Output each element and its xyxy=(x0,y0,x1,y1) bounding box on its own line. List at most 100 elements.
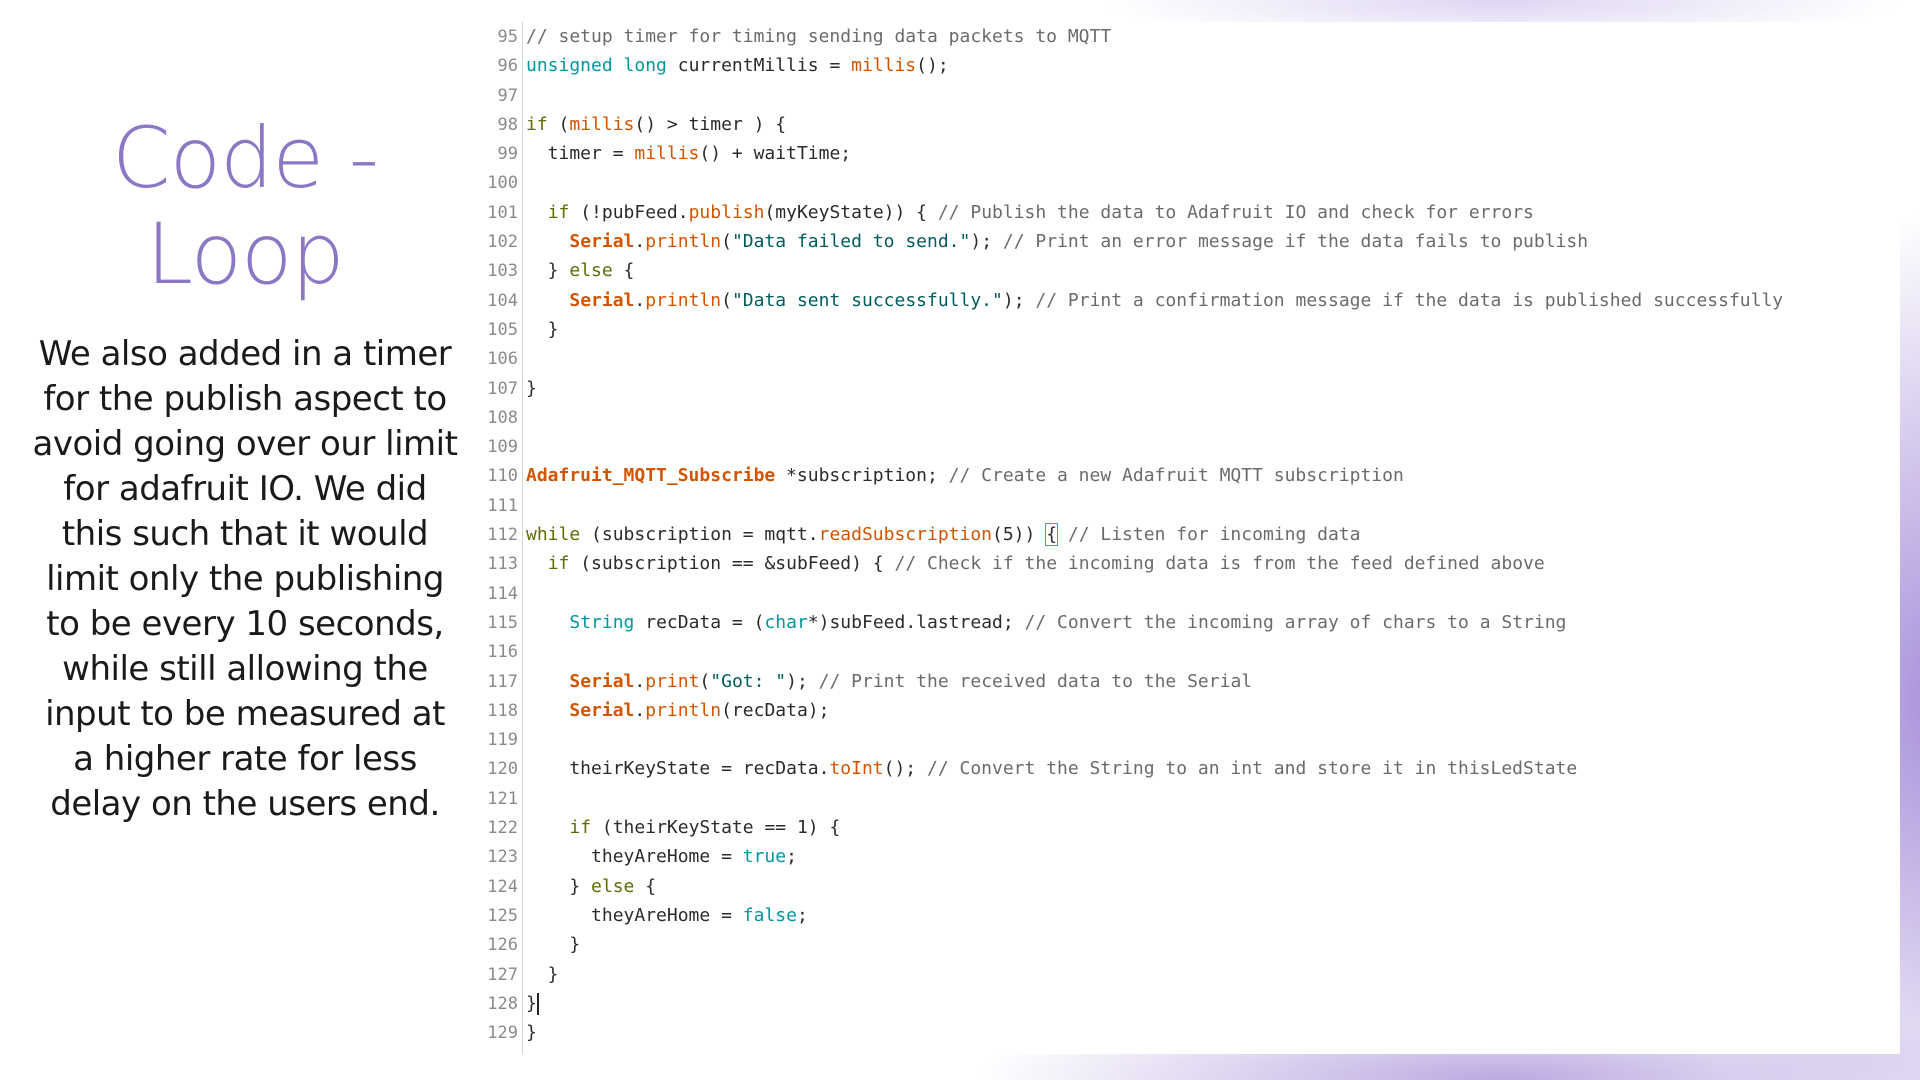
code-token: String xyxy=(569,611,635,633)
code-line: 123 theyAreHome = true; xyxy=(482,842,1783,871)
code-token: } xyxy=(526,875,592,897)
code-line: 111 xyxy=(482,491,1783,520)
line-number: 115 xyxy=(487,612,518,633)
code-text: if (subscription == &subFeed) { // Check… xyxy=(526,553,1545,574)
code-token: // Print the received data to the Serial xyxy=(818,670,1253,692)
code-token: . xyxy=(634,231,646,253)
line-number: 114 xyxy=(487,583,518,604)
code-line: 101 if (!pubFeed.publish(myKeyState)) { … xyxy=(482,198,1783,227)
code-token: } xyxy=(526,1022,537,1044)
code-line: 127 } xyxy=(482,960,1783,989)
code-token: theyAreHome = xyxy=(526,904,743,926)
code-token: if xyxy=(547,201,570,223)
code-line: 99 timer = millis() + waitTime; xyxy=(482,139,1783,168)
code-token: () + waitTime; xyxy=(699,143,852,165)
line-number: 107 xyxy=(487,378,518,399)
code-token: "Got: " xyxy=(710,670,787,692)
code-token: ( xyxy=(547,113,570,135)
code-text: } xyxy=(526,934,580,955)
code-token: "Data failed to send." xyxy=(731,231,971,253)
code-token: println xyxy=(645,231,722,253)
code-token: } xyxy=(526,377,537,399)
code-token: *subscription; xyxy=(775,465,949,487)
code-token: char xyxy=(764,611,808,633)
code-token: // Convert the incoming array of chars t… xyxy=(1024,611,1567,633)
code-token: (5)) xyxy=(992,524,1047,546)
code-token: // Publish the data to Adafruit IO and c… xyxy=(937,201,1534,223)
code-text: timer = millis() + waitTime; xyxy=(526,143,851,164)
code-line: 96 unsigned long currentMillis = millis()… xyxy=(482,51,1783,80)
code-token: println xyxy=(645,699,722,721)
line-number: 101 xyxy=(487,202,518,223)
code-token: } xyxy=(526,934,581,956)
slide-title-line-2: Loop xyxy=(146,205,344,303)
code-line: 119 xyxy=(482,725,1783,754)
code-token: . xyxy=(634,670,646,692)
code-token: print xyxy=(645,670,700,692)
line-number: 113 xyxy=(487,554,518,575)
code-token: } xyxy=(526,992,537,1014)
code-line: 112 while (subscription = mqtt.readSubscr… xyxy=(482,520,1783,549)
code-token: // Create a new Adafruit MQTT subscripti… xyxy=(948,465,1404,487)
code-line: 100 xyxy=(482,168,1783,197)
code-text: if (millis() > timer ) { xyxy=(526,114,786,135)
code-text: theirKeyState = recData.toInt(); // Conv… xyxy=(526,758,1577,779)
code-token: (subscription == &subFeed) { xyxy=(569,553,895,575)
code-token: theyAreHome = xyxy=(526,846,743,868)
code-token: readSubscription xyxy=(818,524,992,546)
code-token: millis xyxy=(569,113,635,135)
code-token: Serial xyxy=(569,670,635,692)
line-number: 127 xyxy=(487,964,518,985)
line-number: 128 xyxy=(487,993,518,1014)
code-token: { xyxy=(1045,523,1059,547)
code-line: 102 Serial.println("Data failed to send.… xyxy=(482,227,1783,256)
line-number: 123 xyxy=(487,847,518,868)
line-number: 125 xyxy=(487,905,518,926)
code-token: (); xyxy=(883,758,927,780)
line-number: 118 xyxy=(487,700,518,721)
code-line: 118 Serial.println(recData); xyxy=(482,696,1783,725)
code-line: 126 } xyxy=(482,930,1783,959)
code-token: } xyxy=(526,318,559,340)
line-number: 129 xyxy=(487,1023,518,1044)
line-number: 102 xyxy=(487,232,518,253)
line-number: 99 xyxy=(497,144,518,165)
code-text: } xyxy=(526,964,559,985)
line-number: 110 xyxy=(487,466,518,487)
code-line: 125 theyAreHome = false; xyxy=(482,901,1783,930)
code-token: ); xyxy=(1002,289,1036,311)
code-line: 98 if (millis() > timer ) { xyxy=(482,110,1783,139)
code-token: millis xyxy=(634,143,700,165)
code-text: while (subscription = mqtt.readSubscript… xyxy=(526,523,1360,547)
code-token: *)subFeed.lastread; xyxy=(807,611,1025,633)
code-text: } xyxy=(526,1022,537,1043)
code-token: theirKeyState = recData. xyxy=(526,758,830,780)
code-token: (theirKeyState == 1) { xyxy=(591,817,841,839)
code-line: 104 Serial.println("Data sent successful… xyxy=(482,286,1783,315)
code-line: 114 xyxy=(482,579,1783,608)
code-line: 122 if (theirKeyState == 1) { xyxy=(482,813,1783,842)
code-token: } xyxy=(526,260,570,282)
code-text: } else { xyxy=(526,260,635,282)
code-token: (); xyxy=(916,55,949,77)
code-line: 115 String recData = (char*)subFeed.last… xyxy=(482,608,1783,637)
line-number: 121 xyxy=(487,788,518,809)
code-token: else xyxy=(591,875,635,897)
code-token: // Print a confirmation message if the d… xyxy=(1035,289,1784,311)
code-token: Serial xyxy=(569,231,635,253)
code-text: } xyxy=(526,992,539,1015)
code-token: (subscription = mqtt. xyxy=(580,524,819,546)
code-text: theyAreHome = false; xyxy=(526,905,808,926)
slide-text-panel: Code - Loop We also added in a timer for… xyxy=(30,110,460,827)
slide-title: Code - Loop xyxy=(30,110,460,302)
code-line: 113 if (subscription == &subFeed) { // C… xyxy=(482,549,1783,578)
code-line: 109 xyxy=(482,432,1783,461)
code-token: ; xyxy=(796,904,808,926)
